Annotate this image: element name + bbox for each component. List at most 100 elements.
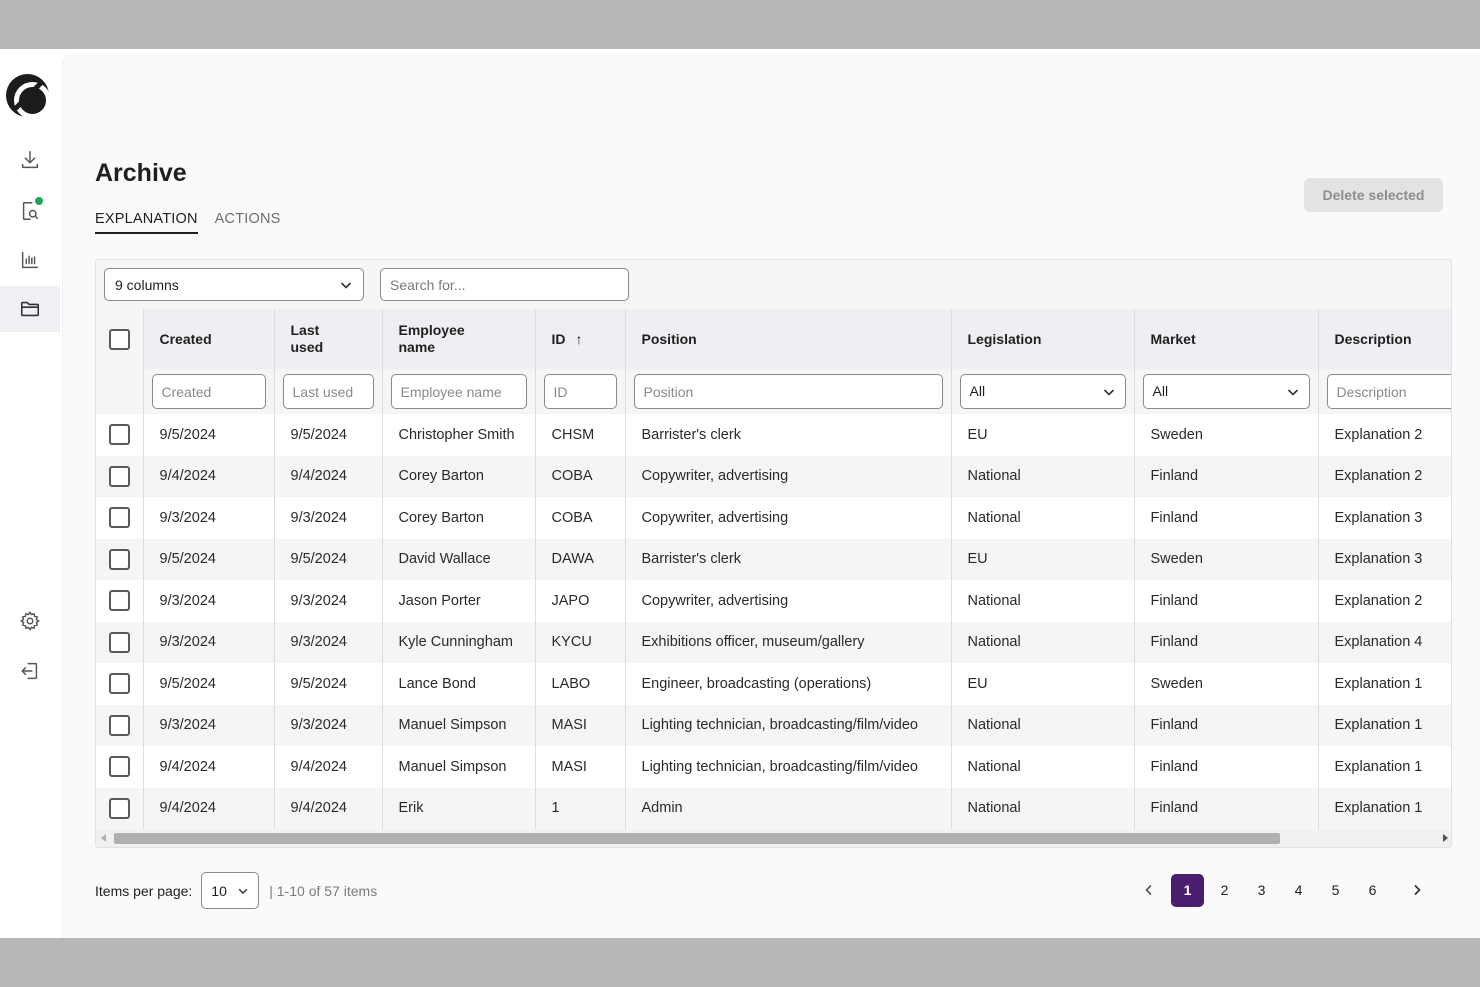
row-checkbox[interactable] <box>108 673 130 695</box>
filter-created-input[interactable] <box>151 374 266 409</box>
cell-description: Explanation 2 <box>1318 580 1451 622</box>
cell-last-used: 9/4/2024 <box>274 455 383 497</box>
page-button-4[interactable]: 4 <box>1280 873 1317 907</box>
sidebar-item-download[interactable] <box>0 137 60 183</box>
row-checkbox[interactable] <box>108 507 130 529</box>
notification-badge <box>35 197 43 205</box>
cell-last-used: 9/4/2024 <box>274 746 383 788</box>
table-row[interactable]: 9/3/2024 9/3/2024 Jason Porter JAPO Copywrit… <box>96 580 1451 622</box>
tab-explanation[interactable]: EXPLANATION <box>95 211 198 234</box>
table-row[interactable]: 9/5/2024 9/5/2024 Lance Bond LABO Engineer, … <box>96 663 1451 705</box>
table-row[interactable]: 9/4/2024 9/4/2024 Corey Barton COBA Copywrit… <box>96 455 1451 497</box>
filter-market-select[interactable]: All <box>1142 374 1310 409</box>
delete-selected-button[interactable]: Delete selected <box>1304 178 1443 212</box>
cell-id: MASI <box>535 746 626 788</box>
columns-select-value: 9 columns <box>115 276 179 293</box>
page-button-2[interactable]: 2 <box>1206 873 1243 907</box>
table-row[interactable]: 9/3/2024 9/3/2024 Kyle Cunningham KYCU Exhib… <box>96 621 1451 663</box>
sidebar-item-reports[interactable] <box>0 237 60 283</box>
row-checkbox[interactable] <box>108 548 130 570</box>
table-footer: Items per page: 10 | 1-10 of 57 items <box>95 872 377 909</box>
sidebar-item-archive[interactable] <box>0 286 60 332</box>
cell-description: Explanation 1 <box>1318 746 1451 788</box>
row-checkbox[interactable] <box>108 465 130 487</box>
cell-market: Finland <box>1134 497 1319 539</box>
cell-last-used: 9/4/2024 <box>274 787 383 829</box>
scroll-right-icon[interactable] <box>1443 834 1448 842</box>
page-button-5[interactable]: 5 <box>1317 873 1354 907</box>
next-page-button[interactable] <box>1397 873 1437 907</box>
table-row[interactable]: 9/3/2024 9/3/2024 Corey Barton COBA Copywrit… <box>96 497 1451 539</box>
column-header-legislation[interactable]: Legislation <box>951 309 1135 369</box>
filter-id-input[interactable] <box>543 374 617 409</box>
cell-employee-name: Erik <box>382 787 536 829</box>
cell-employee-name: Kyle Cunningham <box>382 621 536 663</box>
cell-employee-name: David Wallace <box>382 538 536 580</box>
cell-position: Exhibitions officer, museum/gallery <box>625 621 952 663</box>
row-checkbox[interactable] <box>108 590 130 612</box>
column-header-last-used[interactable]: Last used <box>274 309 383 369</box>
cell-created: 9/5/2024 <box>143 538 275 580</box>
cell-position: Engineer, broadcasting (operations) <box>625 663 952 705</box>
select-all-checkbox[interactable] <box>108 328 130 350</box>
row-select-cell <box>96 414 144 456</box>
prev-page-button[interactable] <box>1129 873 1169 907</box>
sidebar-item-document-search[interactable] <box>0 188 60 234</box>
cell-legislation: National <box>951 787 1135 829</box>
column-header-created[interactable]: Created <box>143 309 275 369</box>
cell-last-used: 9/5/2024 <box>274 663 383 705</box>
filter-position-input[interactable] <box>633 374 943 409</box>
row-checkbox[interactable] <box>108 797 130 819</box>
row-checkbox[interactable] <box>108 631 130 653</box>
column-header-description[interactable]: Description <box>1318 309 1451 369</box>
cell-created: 9/4/2024 <box>143 746 275 788</box>
cell-position: Lighting technician, broadcasting/film/v… <box>625 704 952 746</box>
cell-created: 9/4/2024 <box>143 787 275 829</box>
cell-created: 9/3/2024 <box>143 580 275 622</box>
filter-employee-name-input[interactable] <box>390 374 527 409</box>
cell-market: Sweden <box>1134 663 1319 705</box>
column-header-market[interactable]: Market <box>1134 309 1319 369</box>
sidebar-item-settings[interactable] <box>0 598 60 644</box>
horizontal-scrollbar[interactable] <box>96 830 1451 847</box>
sidebar-item-logout[interactable] <box>0 648 60 694</box>
cell-description: Explanation 1 <box>1318 663 1451 705</box>
table-row[interactable]: 9/5/2024 9/5/2024 Christopher Smith CHSM Bar… <box>96 414 1451 456</box>
table-row[interactable]: 9/5/2024 9/5/2024 David Wallace DAWA Barrist… <box>96 538 1451 580</box>
column-header-employee-name[interactable]: Employee name <box>382 309 536 369</box>
cell-market: Sweden <box>1134 414 1319 456</box>
cell-id: KYCU <box>535 621 626 663</box>
cell-description: Explanation 3 <box>1318 497 1451 539</box>
filter-legislation-select[interactable]: All <box>959 374 1126 409</box>
logo-icon[interactable] <box>6 74 51 119</box>
page-button-1[interactable]: 1 <box>1171 873 1204 907</box>
chevron-down-icon <box>238 888 248 894</box>
row-checkbox[interactable] <box>108 756 130 778</box>
search-input[interactable] <box>380 268 629 301</box>
page-button-3[interactable]: 3 <box>1243 873 1280 907</box>
table-row[interactable]: 9/4/2024 9/4/2024 Manuel Simpson MASI Lighti… <box>96 746 1451 788</box>
scrollbar-thumb[interactable] <box>114 833 1280 844</box>
items-per-page-select[interactable]: 10 <box>201 872 260 909</box>
column-header-id[interactable]: ID ↑ <box>535 309 626 369</box>
row-select-cell <box>96 455 144 497</box>
row-checkbox[interactable] <box>108 714 130 736</box>
table-row[interactable]: 9/3/2024 9/3/2024 Manuel Simpson MASI Lighti… <box>96 704 1451 746</box>
scroll-left-icon[interactable] <box>101 834 106 842</box>
table-card: 9 columns Created Last used <box>95 259 1452 848</box>
logo-slash <box>13 80 44 111</box>
cell-employee-name: Corey Barton <box>382 455 536 497</box>
columns-select[interactable]: 9 columns <box>104 268 364 301</box>
cell-id: LABO <box>535 663 626 705</box>
filter-legislation-cell: All <box>951 369 1135 414</box>
tab-actions[interactable]: ACTIONS <box>215 211 281 234</box>
filter-last-used-input[interactable] <box>282 374 374 409</box>
row-checkbox[interactable] <box>108 424 130 446</box>
table-row[interactable]: 9/4/2024 9/4/2024 Erik 1 Admin National Finlan… <box>96 787 1451 829</box>
cell-created: 9/3/2024 <box>143 704 275 746</box>
sidebar <box>0 49 62 938</box>
row-select-cell <box>96 497 144 539</box>
page-button-6[interactable]: 6 <box>1354 873 1391 907</box>
column-header-position[interactable]: Position <box>625 309 952 369</box>
filter-description-input[interactable] <box>1326 374 1451 409</box>
